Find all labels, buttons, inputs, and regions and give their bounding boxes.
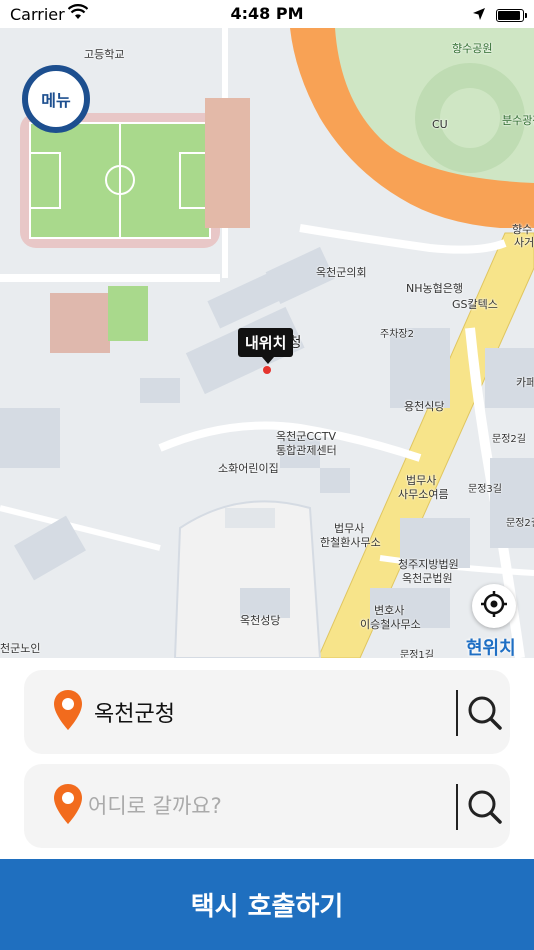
origin-value[interactable]: 옥천군청 — [94, 696, 175, 728]
current-location-label[interactable]: 현위치 — [466, 634, 516, 658]
map-label-kape: 카페 — [516, 376, 534, 389]
menu-button[interactable]: 메뉴 — [22, 65, 90, 133]
map-label-cctv-2: 통합관제센터 — [276, 444, 337, 457]
map-label-road-1: 문정1길 — [400, 650, 434, 658]
map-pin-icon — [52, 688, 84, 736]
map-label-cu: CU — [432, 118, 448, 131]
status-time: 4:48 PM — [230, 4, 304, 23]
field-divider — [456, 784, 458, 830]
call-taxi-button[interactable]: 택시 호출하기 — [0, 859, 534, 950]
location-arrow-icon — [472, 6, 486, 25]
map-label-senior: 천군노인 — [0, 642, 41, 655]
current-location-button[interactable] — [472, 584, 516, 628]
destination-input[interactable] — [88, 788, 448, 824]
map-label-lawyer-2: 이승철사무소 — [360, 618, 421, 631]
destination-field[interactable] — [24, 764, 510, 848]
map-label-nh-bank: NH농협은행 — [406, 282, 463, 295]
map-label-road-4: 문정2길 — [506, 518, 534, 529]
map-label-sagi: 사거 — [514, 236, 534, 249]
map-label-court-2: 옥천군법원 — [402, 572, 453, 585]
map-label-law-office-4: 한철환사무소 — [320, 536, 381, 549]
map-label-park: 향수공원 — [452, 42, 493, 55]
battery-icon — [496, 9, 527, 22]
map-label-law-office-2: 사무소여름 — [398, 488, 449, 501]
origin-field[interactable]: 옥천군청 — [24, 670, 510, 754]
my-location-tag: 내위치 — [238, 328, 294, 364]
map-label-gs-caltex: GS칼텍스 — [452, 298, 498, 311]
crosshair-icon — [480, 590, 508, 622]
search-icon[interactable] — [467, 789, 503, 829]
map-label-road-2: 문정2길 — [492, 434, 526, 445]
map-label-parking2: 주차장2 — [380, 329, 414, 340]
map-view[interactable]: 고등학교 향수공원 CU 분수광장 향수 사거 옥천군의회 NH농협은행 GS칼… — [0, 28, 534, 658]
map-label-kindergarten: 소화어린이집 — [218, 462, 279, 475]
my-location-marker — [263, 366, 271, 374]
route-panel: 옥천군청 — [0, 658, 534, 859]
map-label-school: 고등학교 — [84, 48, 125, 61]
field-divider — [456, 690, 458, 736]
search-icon[interactable] — [467, 695, 503, 735]
map-label-church: 옥천성당 — [240, 614, 281, 627]
map-label-fountain: 분수광장 — [502, 114, 534, 127]
map-label-council: 옥천군의회 — [316, 266, 367, 279]
map-label-road-3: 문정3길 — [468, 484, 502, 495]
menu-button-label: 메뉴 — [41, 91, 71, 110]
map-pin-icon — [52, 782, 84, 830]
status-bar: Carrier 4:48 PM — [0, 0, 534, 28]
map-label-yongcheon: 용천식당 — [404, 400, 445, 413]
